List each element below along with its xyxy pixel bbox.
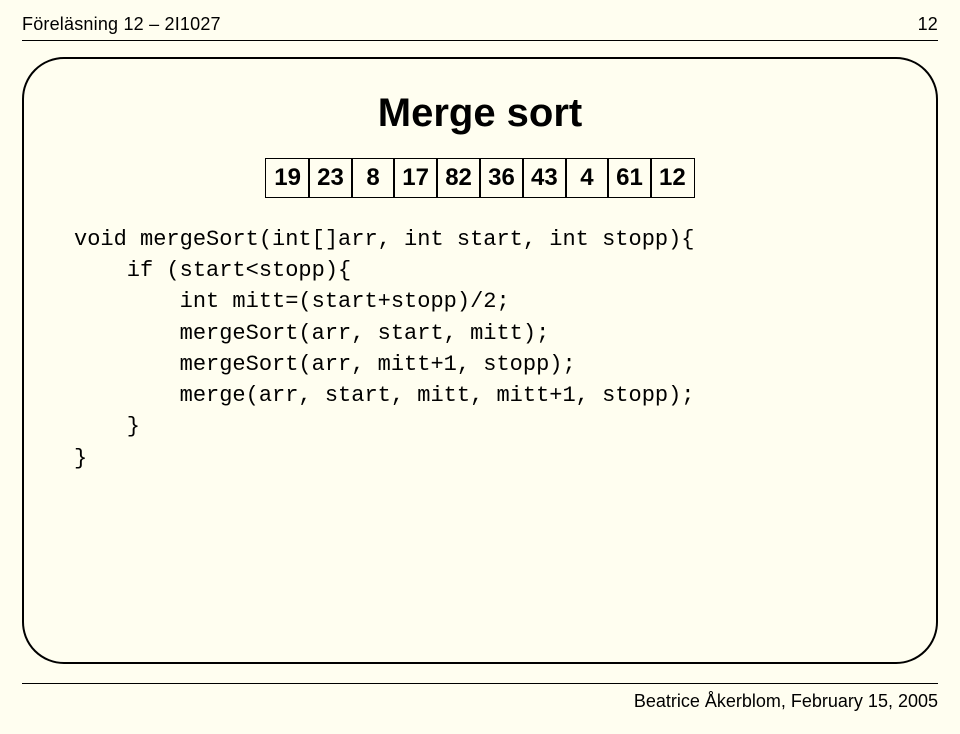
header-page-number: 12 — [918, 14, 938, 35]
slide-content: Merge sort 19 23 8 17 82 36 43 4 61 12 v… — [24, 59, 936, 494]
code-line: int mitt=(start+stopp)/2; — [74, 289, 510, 314]
code-line: mergeSort(arr, mitt+1, stopp); — [74, 352, 576, 377]
slide-footer: Beatrice Åkerblom, February 15, 2005 — [634, 691, 938, 712]
array-cell: 17 — [393, 158, 438, 198]
array-cell: 43 — [522, 158, 567, 198]
code-line: void mergeSort(int[]arr, int start, int … — [74, 227, 695, 252]
array-cell: 12 — [650, 158, 695, 198]
header-left: Föreläsning 12 – 2I1027 — [22, 14, 221, 34]
code-line: mergeSort(arr, start, mitt); — [74, 321, 549, 346]
code-line: merge(arr, start, mitt, mitt+1, stopp); — [74, 383, 695, 408]
slide-title: Merge sort — [74, 91, 886, 136]
array-diagram: 19 23 8 17 82 36 43 4 61 12 — [74, 158, 886, 198]
array-cell: 61 — [607, 158, 652, 198]
slide-frame: Merge sort 19 23 8 17 82 36 43 4 61 12 v… — [22, 57, 938, 664]
code-line: } — [74, 446, 87, 471]
footer-rule — [22, 683, 938, 684]
array-cell: 82 — [436, 158, 481, 198]
array-cell: 4 — [565, 158, 609, 198]
array-cell: 19 — [265, 158, 310, 198]
code-line: if (start<stopp){ — [74, 258, 351, 283]
array-cell: 23 — [308, 158, 353, 198]
array-cell: 36 — [479, 158, 524, 198]
code-line: } — [74, 414, 140, 439]
slide-header: Föreläsning 12 – 2I1027 12 — [22, 14, 938, 35]
code-block: void mergeSort(int[]arr, int start, int … — [74, 224, 886, 474]
array-cell: 8 — [351, 158, 395, 198]
header-rule — [22, 40, 938, 41]
array-cells: 19 23 8 17 82 36 43 4 61 12 — [265, 158, 694, 198]
slide-page: Föreläsning 12 – 2I1027 12 Merge sort 19… — [0, 0, 960, 734]
